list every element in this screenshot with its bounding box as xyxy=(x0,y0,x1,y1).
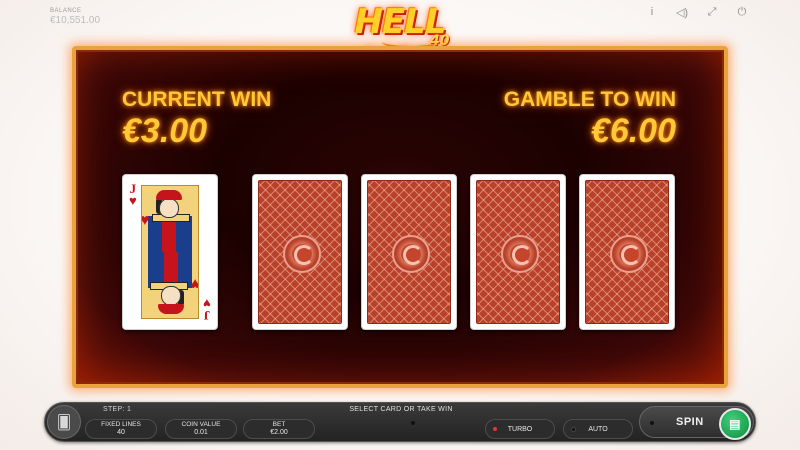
jack-figure-top: ♥ xyxy=(142,186,198,252)
spin-label: SPIN xyxy=(676,416,704,428)
fixed-lines-display: FIXED LINES 40 xyxy=(85,419,157,439)
cards-icon: 🂠 xyxy=(56,413,72,430)
bet-label: BET xyxy=(272,421,286,428)
heart-suit-icon-bottom: ♥ xyxy=(203,296,211,311)
card-back-logo-icon xyxy=(283,235,321,273)
balance-display: BALANCE €10,551.00 xyxy=(50,8,140,26)
balance-value: €10,551.00 xyxy=(50,15,101,26)
card-back-logo-icon xyxy=(501,235,539,273)
card-corner-top: J ♥ xyxy=(129,182,137,208)
card-back-pattern xyxy=(367,180,451,324)
fixed-lines-value: 40 xyxy=(117,429,125,436)
bet-selector[interactable]: BET €2.00 xyxy=(243,419,315,439)
heart-icon: ♥ xyxy=(142,212,150,230)
card-back-logo-icon xyxy=(392,235,430,273)
collect-money-button[interactable]: ▤ xyxy=(719,408,751,440)
fullscreen-icon[interactable]: ⤢ xyxy=(704,5,720,19)
dealer-card-jack-of-hearts: J ♥ ♥ ♥ J ♥ xyxy=(122,174,218,330)
power-icon[interactable]: ⏻ xyxy=(734,5,750,19)
face-down-card-2[interactable] xyxy=(361,174,457,330)
auto-label: AUTO xyxy=(588,425,608,433)
gamble-to-win-label: GAMBLE TO WIN xyxy=(503,88,676,111)
sound-icon[interactable]: ◁) xyxy=(674,5,690,19)
auto-indicator-dot xyxy=(571,427,576,432)
center-indicator-dot xyxy=(411,421,415,425)
jack-figure-bottom: ♥ xyxy=(142,252,198,318)
turbo-toggle[interactable]: TURBO xyxy=(485,419,555,439)
current-win-value: €3.00 xyxy=(122,112,208,150)
coin-value-label: COIN VALUE xyxy=(181,421,221,428)
balance-label: BALANCE xyxy=(50,8,82,14)
card-back-pattern xyxy=(476,180,560,324)
spin-button[interactable]: SPIN ▤ xyxy=(639,406,754,440)
card-back-logo-icon xyxy=(610,235,648,273)
gamble-panel: CURRENT WIN €3.00 GAMBLE TO WIN €6.00 J … xyxy=(72,46,728,388)
card-back-pattern xyxy=(258,180,342,324)
turbo-label: TURBO xyxy=(507,425,533,433)
gamble-to-win-value: €6.00 xyxy=(590,112,676,150)
spin-indicator-dot xyxy=(650,421,654,425)
face-down-card-1[interactable] xyxy=(252,174,348,330)
heart-icon: ♥ xyxy=(191,274,199,292)
face-down-card-3[interactable] xyxy=(470,174,566,330)
money-icon: ▤ xyxy=(729,417,741,431)
card-corner-bottom: J ♥ xyxy=(203,296,211,323)
card-back-pattern xyxy=(585,180,669,324)
heart-suit-icon: ♥ xyxy=(129,193,137,208)
top-toolbar: i ◁) ⤢ ⏻ xyxy=(644,5,750,19)
turbo-indicator-dot xyxy=(493,427,497,431)
current-win-label: CURRENT WIN xyxy=(122,88,272,111)
info-icon[interactable]: i xyxy=(644,5,660,19)
coin-value-value: 0.01 xyxy=(194,429,208,436)
jack-face-artwork: ♥ ♥ xyxy=(141,185,199,319)
auto-toggle[interactable]: AUTO xyxy=(563,419,633,439)
fixed-lines-label: FIXED LINES xyxy=(101,421,141,428)
coin-value-selector[interactable]: COIN VALUE 0.01 xyxy=(165,419,237,439)
face-down-card-4[interactable] xyxy=(579,174,675,330)
bet-value: €2.00 xyxy=(270,429,288,436)
control-bar: 🂠 STEP: 1 SELECT CARD OR TAKE WIN FIXED … xyxy=(44,402,756,442)
